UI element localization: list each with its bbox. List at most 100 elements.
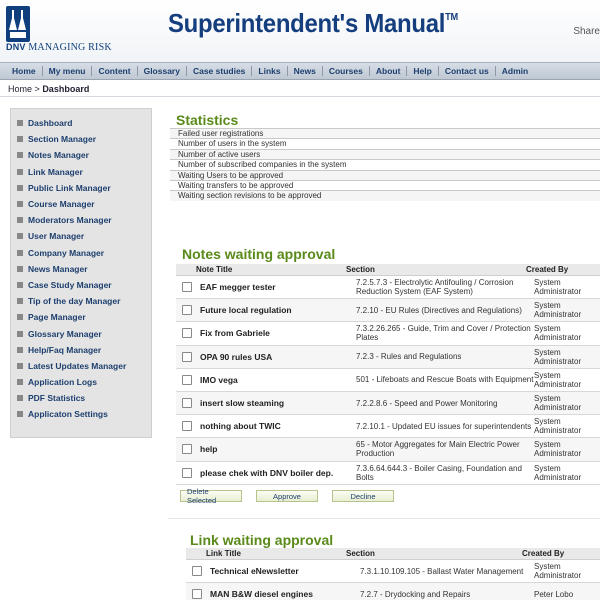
nav-courses[interactable]: Courses [323,66,370,76]
sidebar-item-case-study-manager[interactable]: Case Study Manager [17,277,151,293]
bullet-icon [17,201,23,208]
row-title[interactable]: IMO vega [200,375,356,385]
nav-about[interactable]: About [370,66,408,76]
sidebar-item-course-manager[interactable]: Course Manager [17,196,151,212]
header: DNV MANAGING RISK Superintendent's Manua… [0,0,600,62]
row-title[interactable]: OPA 90 rules USA [200,352,356,362]
bullet-icon [17,362,23,369]
row-checkbox[interactable] [182,351,192,362]
sidebar-item-pdf-statistics[interactable]: PDF Statistics [17,390,151,406]
bullet-icon [17,233,23,240]
sidebar-item-label: Link Manager [28,166,83,177]
sidebar-item-label: News Manager [28,263,88,274]
decline-button[interactable]: Decline [332,490,394,502]
table-row: insert slow steaming 7.2.2.8.6 - Speed an… [176,391,600,416]
sidebar-item-moderators-manager[interactable]: Moderators Manager [17,212,151,228]
statistic-row: Waiting transfers to be approved [170,179,600,190]
row-title[interactable]: please chek with DNV boiler dep. [200,468,356,478]
admin-sidebar: Dashboard Section Manager Notes Manager Lin… [10,108,152,438]
sidebar-item-notes-manager[interactable]: Notes Manager [17,147,151,163]
statistic-row: Number of subscribed companies in the sy… [170,159,600,169]
row-section[interactable]: 7.3.2.26.265 - Guide, Trim and Cover / P… [356,324,534,342]
sidebar-item-glossary-manager[interactable]: Glossary Manager [17,325,151,341]
delete-selected-button[interactable]: Delete Selected [180,487,242,505]
row-checkbox[interactable] [182,282,192,293]
statistic-row: Number of users in the system [170,138,600,148]
header-section: Section [346,265,375,274]
sidebar-item-help-faq-manager[interactable]: Help/Faq Manager [17,342,151,358]
sidebar-item-page-manager[interactable]: Page Manager [17,309,151,325]
approve-button[interactable]: Approve [256,490,318,502]
sidebar-item-application-logs[interactable]: Application Logs [17,374,151,390]
nav-links[interactable]: Links [252,66,288,76]
row-section[interactable]: 7.2.5.7.3 - Electrolytic Antifouling / C… [356,278,534,296]
sidebar-item-tip-of-the-day-manager[interactable]: Tip of the day Manager [17,293,151,309]
row-section[interactable]: 501 - Lifeboats and Rescue Boats with Eq… [356,375,534,384]
nav-help[interactable]: Help [407,66,439,76]
nav-contact-us[interactable]: Contact us [439,66,496,76]
row-section[interactable]: 7.2.3 - Rules and Regulations [356,352,534,361]
nav-glossary[interactable]: Glossary [138,66,187,76]
row-title[interactable]: EAF megger tester [200,282,356,292]
sidebar-item-company-manager[interactable]: Company Manager [17,245,151,261]
row-checkbox[interactable] [182,467,192,478]
row-section[interactable]: 7.2.10.1 - Updated EU issues for superin… [356,422,534,431]
row-title[interactable]: insert slow steaming [200,398,356,408]
row-section[interactable]: 7.2.10 - EU Rules (Directives and Regula… [356,306,534,315]
sidebar-item-dashboard[interactable]: Dashboard [17,115,151,131]
share-link[interactable]: Share [573,26,600,37]
links-table-header: Link Title Section Created By [186,548,600,560]
row-title[interactable]: MAN B&W diesel engines [210,589,360,599]
table-row: MAN B&W diesel engines 7.2.7 - Drydocking… [186,583,600,600]
row-title[interactable]: Technical eNewsletter [210,566,360,576]
logo-tagline: DNV MANAGING RISK [6,42,112,53]
sidebar-item-applicaton-settings[interactable]: Applicaton Settings [17,406,151,422]
sidebar-item-label: Page Manager [28,312,86,323]
bullet-icon [17,217,23,224]
row-title[interactable]: Future local regulation [200,305,356,315]
row-checkbox[interactable] [182,328,192,339]
sidebar-item-label: Latest Updates Manager [28,360,127,371]
nav-content[interactable]: Content [92,66,138,76]
notes-waiting-title: Notes waiting approval [182,246,336,262]
sidebar-item-latest-updates-manager[interactable]: Latest Updates Manager [17,358,151,374]
row-section[interactable]: 65 - Motor Aggregates for Main Electric … [356,440,534,458]
notes-table-header: Note Title Section Created By [176,264,600,276]
row-checkbox[interactable] [182,444,192,455]
nav-home[interactable]: Home [6,66,43,76]
table-row: nothing about TWIC 7.2.10.1 - Updated EU … [176,415,600,439]
row-title[interactable]: nothing about TWIC [200,421,356,431]
row-checkbox[interactable] [192,589,202,600]
row-section[interactable]: 7.2.2.8.6 - Speed and Power Monitoring [356,399,534,408]
sidebar-item-section-manager[interactable]: Section Manager [17,131,151,147]
breadcrumb-home[interactable]: Home [8,84,32,94]
nav-case-studies[interactable]: Case studies [187,66,253,76]
row-section[interactable]: 7.3.6.64.644.3 - Boiler Casing, Foundati… [356,464,534,482]
dnv-logo[interactable] [6,6,30,42]
nav-admin[interactable]: Admin [496,66,534,76]
statistics-title: Statistics [176,112,239,128]
row-section[interactable]: 7.3.1.10.109.105 - Ballast Water Managem… [360,567,534,576]
table-row: please chek with DNV boiler dep. 7.3.6.64… [176,462,600,485]
breadcrumb-divider [0,96,600,97]
row-title[interactable]: help [200,444,356,454]
table-row: Fix from Gabriele 7.3.2.26.265 - Guide, T… [176,322,600,346]
row-checkbox[interactable] [182,421,192,432]
nav-my-menu[interactable]: My menu [43,66,93,76]
row-checkbox[interactable] [182,374,192,385]
breadcrumb-current: Dashboard [42,84,90,94]
table-row: Technical eNewsletter 7.3.1.10.109.105 - … [186,560,600,584]
sidebar-item-label: Tip of the day Manager [28,296,121,307]
bullet-icon [17,136,23,143]
row-checkbox[interactable] [182,398,192,409]
sidebar-item-user-manager[interactable]: User Manager [17,228,151,244]
sidebar-item-link-manager[interactable]: Link Manager [17,164,151,180]
row-section[interactable]: 7.2.7 - Drydocking and Repairs [360,590,534,599]
sidebar-item-public-link-manager[interactable]: Public Link Manager [17,180,151,196]
row-checkbox[interactable] [192,566,202,577]
nav-news[interactable]: News [288,66,323,76]
sidebar-item-news-manager[interactable]: News Manager [17,261,151,277]
row-title[interactable]: Fix from Gabriele [200,328,356,338]
bullet-icon [17,265,23,272]
row-checkbox[interactable] [182,305,192,316]
